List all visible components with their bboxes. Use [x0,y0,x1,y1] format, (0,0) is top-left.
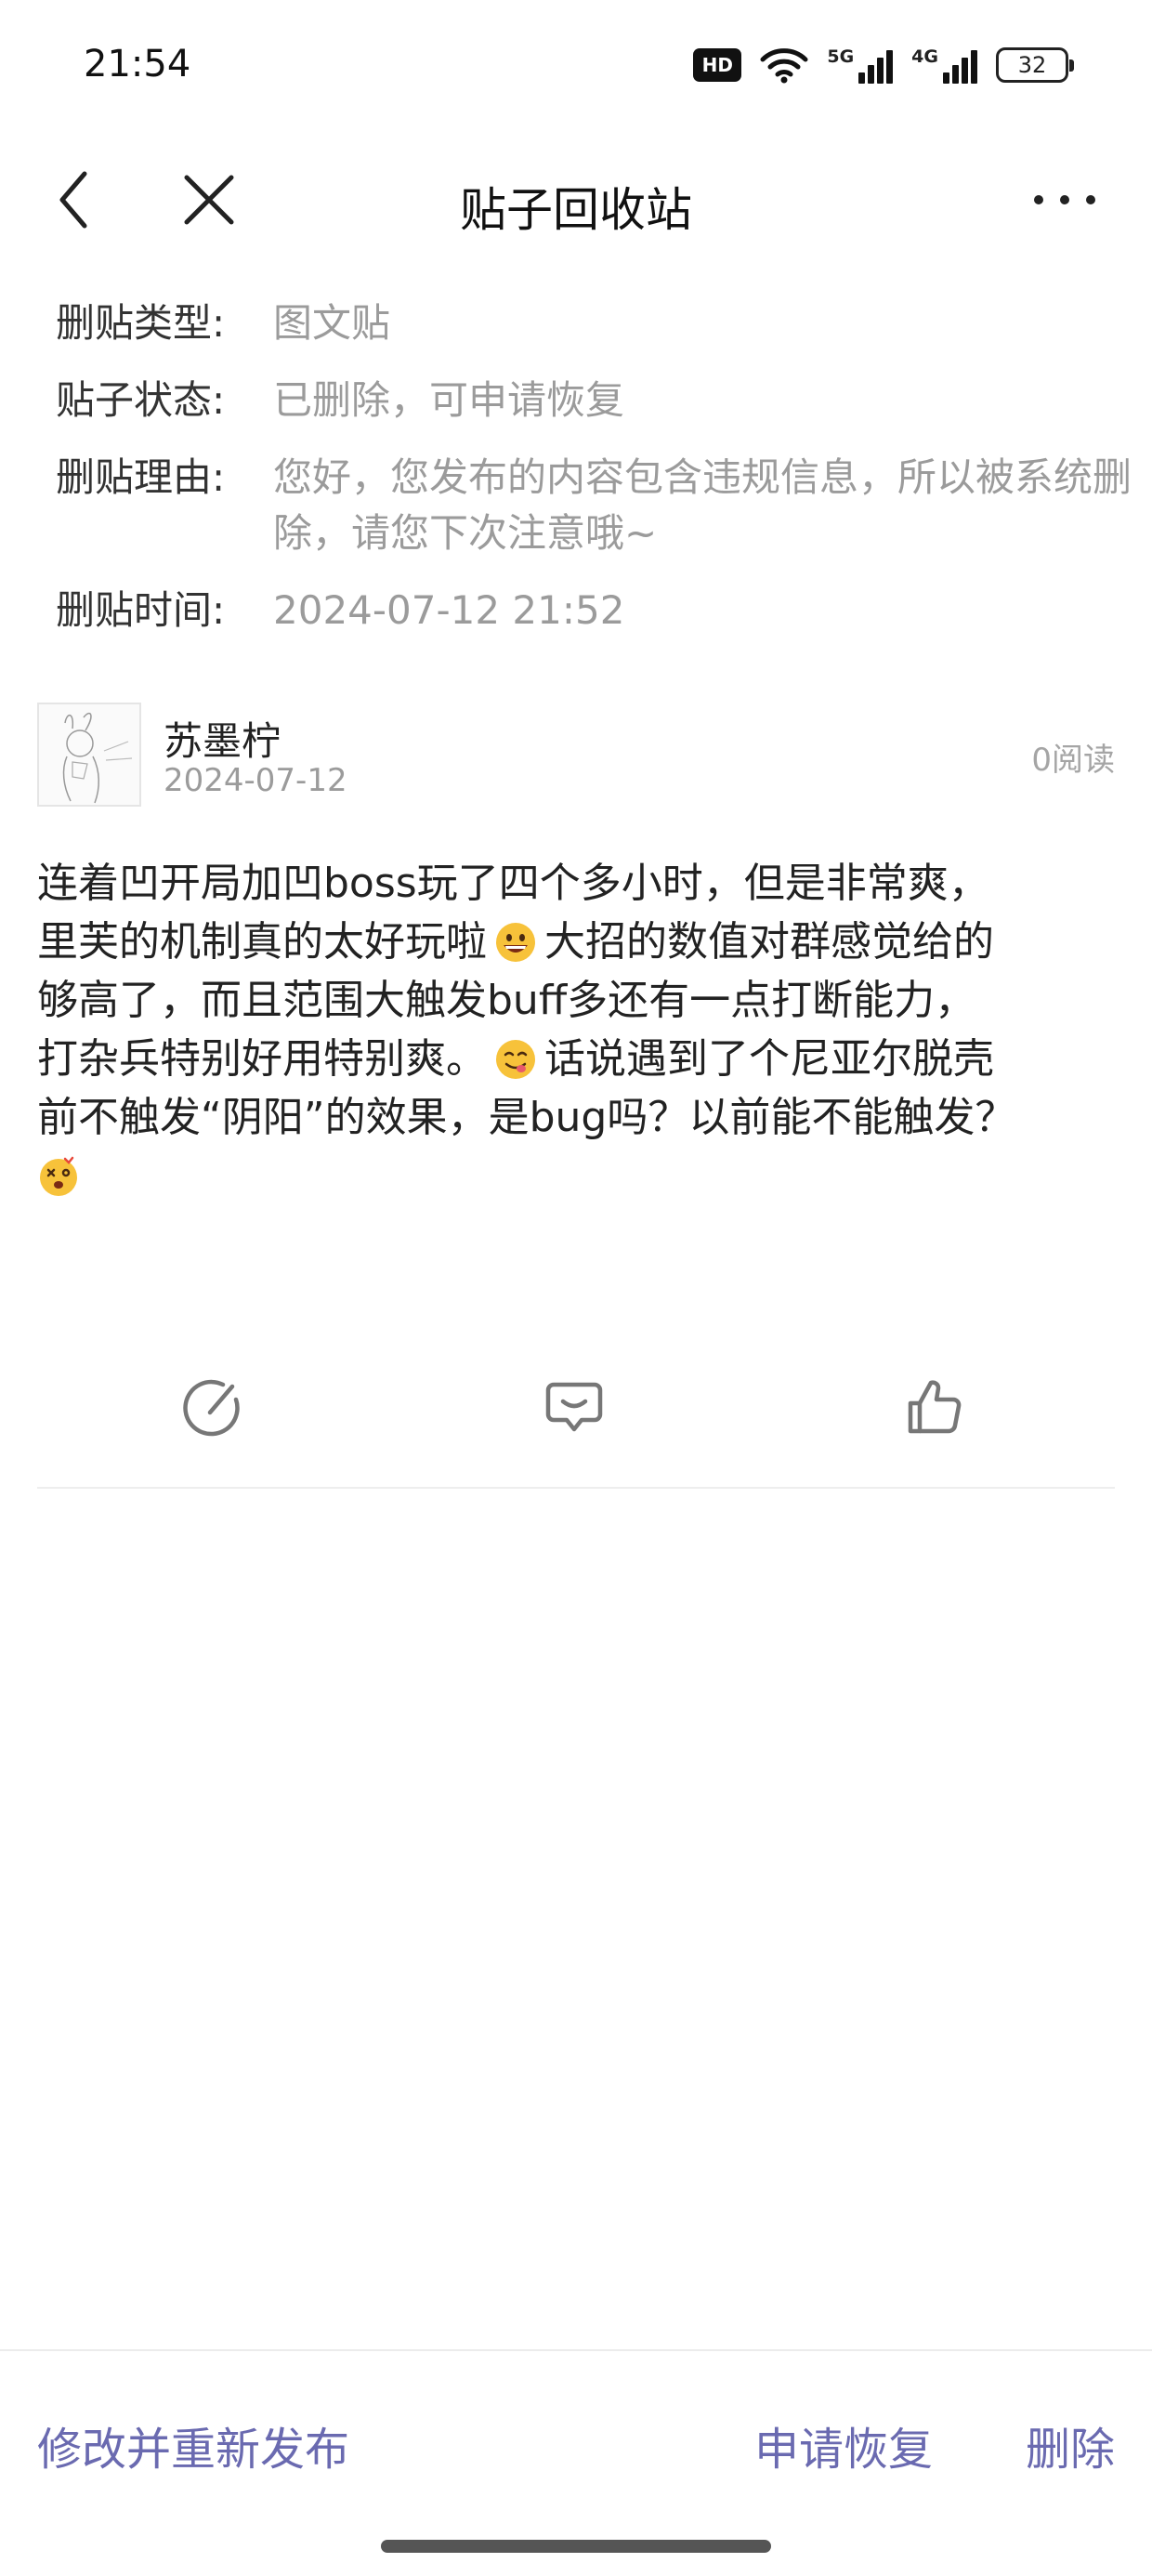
request-restore-button[interactable]: 申请恢复 [754,2412,933,2477]
content-text-1: 连着凹开局加凹boss玩了四个多小时，但是非常爽， [37,860,989,907]
post-date: 2024-07-12 [164,762,347,799]
like-icon [908,1380,962,1434]
post-content: 连着凹开局加凹boss玩了四个多小时，但是非常爽， 里芙的机制真的太好玩啦 大招… [37,855,1124,1206]
content-text-5: 打杂兵特别好用特别爽。 [37,1035,487,1083]
reason-value: 您好，您发布的内容包含违规信息，所以被系统删除，请您下次注意哦~ [273,454,1132,556]
content-line-4: 打杂兵特别好用特别爽。 话说遇到了个尼亚尔脱壳 [37,1031,1124,1088]
content-text-4: 够高了，而且范围大触发buff多还有一点打断能力， [37,977,976,1024]
more-button[interactable] [1018,167,1111,232]
like-button[interactable] [899,1372,970,1442]
info-row-time: 删贴时间: 2024-07-12 21:52 [56,583,1133,638]
deletion-info: 删贴类型: 图文贴 贴子状态: 已删除，可申请恢复 删贴理由: 您好，您发布的内… [56,296,1133,660]
signal-5g-icon: 5G [827,46,894,84]
hd-voice-icon: HD [693,48,742,82]
status-label: 贴子状态: [56,377,226,423]
type-value: 图文贴 [273,300,391,346]
content-line-6 [37,1148,1124,1205]
edit-republish-button[interactable]: 修改并重新发布 [37,2412,349,2477]
battery-level: 32 [1017,52,1047,78]
content-text-3: 大招的数值对群感觉给的 [544,918,994,966]
status-time: 21:54 [84,43,191,85]
edit-button[interactable] [177,1372,247,1442]
more-icon [1034,195,1095,204]
delete-button[interactable]: 删除 [1026,2412,1115,2477]
type-label: 删贴类型: [56,300,226,346]
yum-emoji [496,1040,535,1079]
signal-4g-label: 4G [911,46,938,67]
info-row-reason: 删贴理由: 您好，您发布的内容包含违规信息，所以被系统删除，请您下次注意哦~ [56,450,1133,561]
content-text-7: 前不触发“阴阳”的效果，是bug吗？以前能不能触发？ [37,1094,1016,1141]
grin-emoji [496,923,535,962]
info-row-status: 贴子状态: 已删除，可申请恢复 [56,373,1133,428]
read-count: 0阅读 [1031,742,1115,779]
post-author-row: 苏墨柠 2024-07-12 0阅读 [37,703,1115,810]
reason-label: 删贴理由: [56,454,226,500]
wifi-icon [760,48,808,84]
info-row-type: 删贴类型: 图文贴 [56,296,1133,351]
signal-5g-label: 5G [827,46,855,67]
content-line-5: 前不触发“阴阳”的效果，是bug吗？以前能不能触发？ [37,1089,1124,1147]
content-line-1: 连着凹开局加凹boss玩了四个多小时，但是非常爽， [37,855,1124,913]
comment-icon [545,1382,603,1432]
content-line-2: 里芙的机制真的太好玩啦 大招的数值对群感觉给的 [37,913,1124,971]
nav-bar: 贴子回收站 [0,139,1152,260]
content-text-6: 话说遇到了个尼亚尔脱壳 [544,1035,994,1083]
page-title: 贴子回收站 [460,183,692,237]
comment-button[interactable] [539,1372,609,1442]
edit-icon [183,1379,240,1437]
recycle-bin-page: 21:54 HD 5G 4G 32 贴子回收站 删贴类型: 图文贴 贴子状态: … [0,0,1152,2576]
status-icons: HD 5G 4G 32 [693,45,1074,85]
home-indicator[interactable] [381,2540,771,2553]
time-value: 2024-07-12 21:52 [273,587,625,633]
status-bar: 21:54 HD 5G 4G 32 [0,0,1152,139]
battery-icon: 32 [996,47,1074,83]
avatar-sketch-icon [62,712,133,804]
divider [37,1487,1115,1489]
author-name[interactable]: 苏墨柠 [164,710,281,767]
post-actions [37,1366,1115,1487]
avatar[interactable] [37,703,141,807]
status-value: 已删除，可申请恢复 [273,377,625,423]
dizzy-emoji [40,1156,77,1196]
signal-4g-icon: 4G [911,46,977,84]
content-text-2: 里芙的机制真的太好玩啦 [37,918,487,966]
time-label: 删贴时间: [56,587,226,633]
content-line-3: 够高了，而且范围大触发buff多还有一点打断能力， [37,972,1124,1030]
